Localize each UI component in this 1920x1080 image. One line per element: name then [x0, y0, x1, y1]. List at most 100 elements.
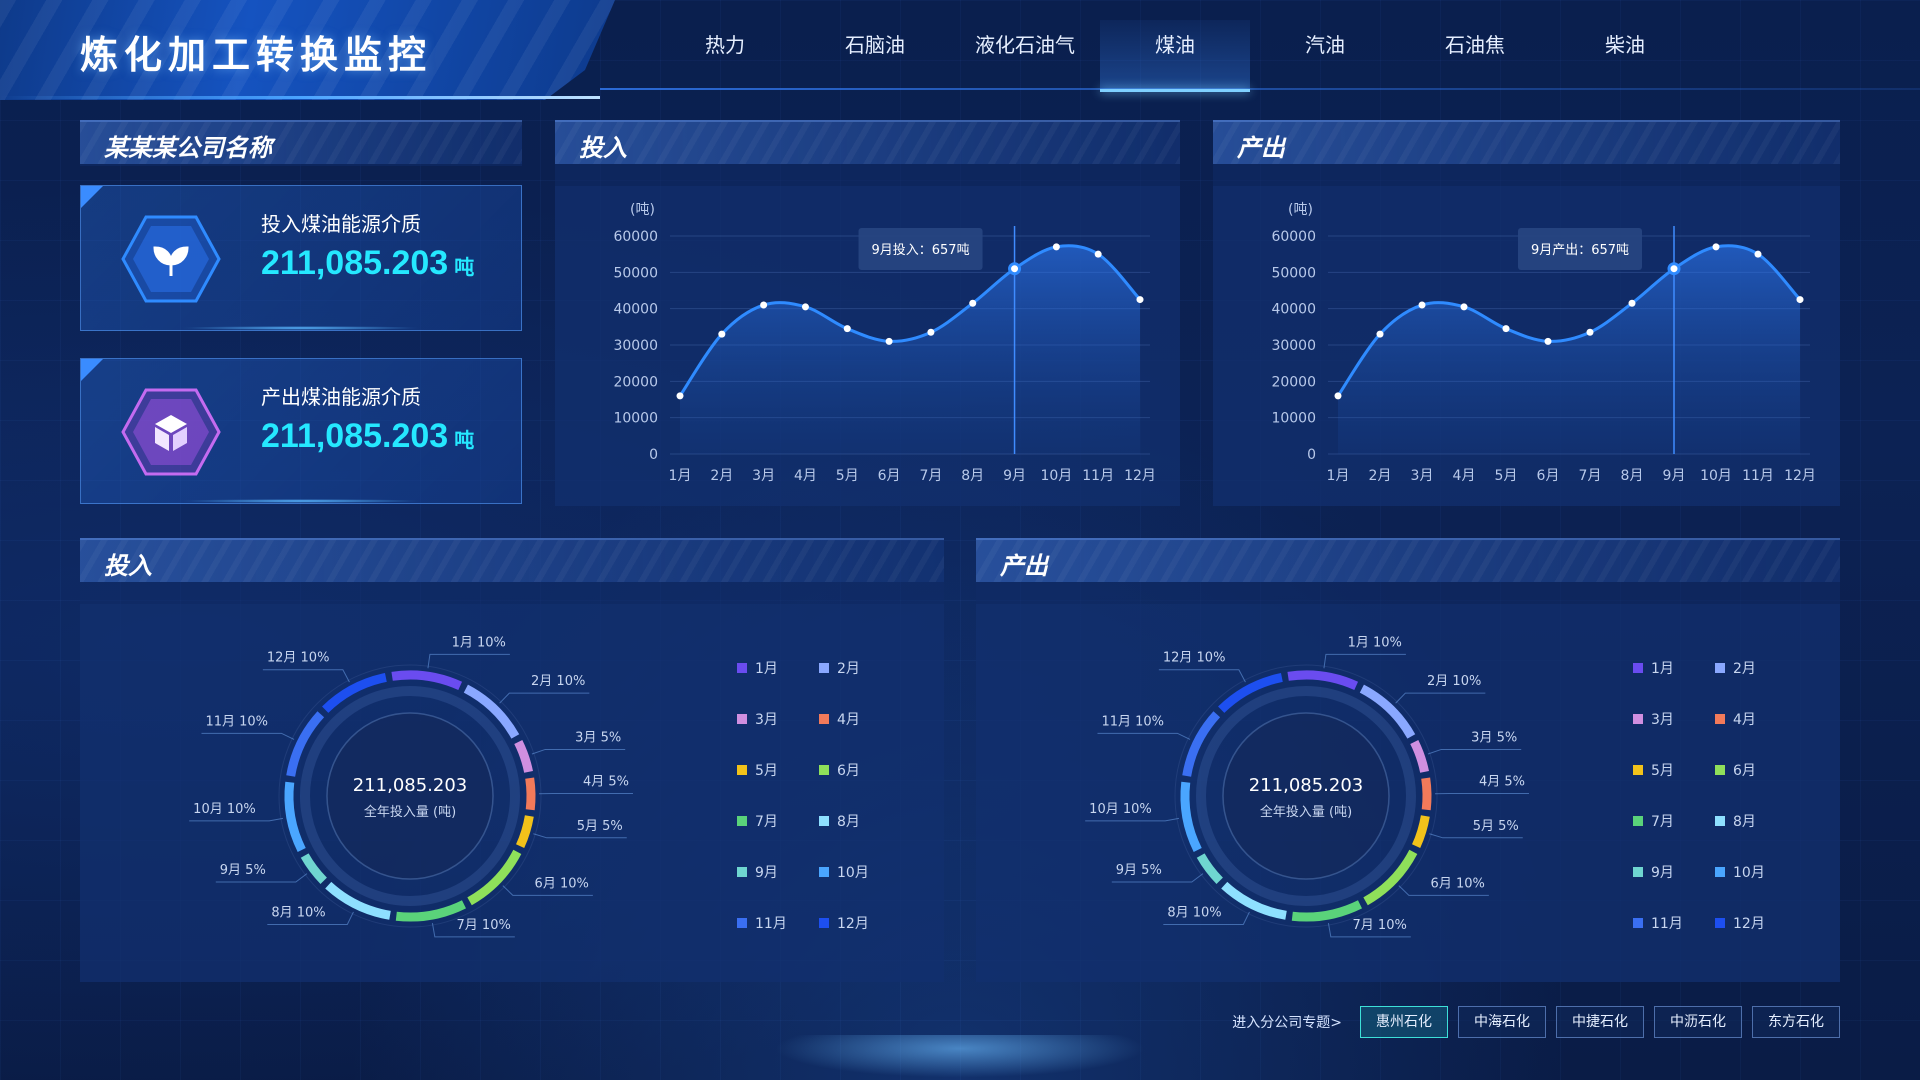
x-tick-label: 2月 [710, 468, 733, 484]
output-pie-panel: 产出 1月 10% 2月 10% 3月 5% 4月 5% 5月 5% 6月 10% 7月 1… [976, 538, 1840, 982]
y-tick-label: 60000 [1271, 229, 1316, 245]
tab-naphtha[interactable]: 石脑油 [800, 20, 950, 92]
data-point [843, 325, 851, 333]
slice-label: 6月 10% [535, 876, 589, 891]
x-tick-label: 12月 [1124, 468, 1156, 484]
card-corner [81, 186, 103, 208]
tab-lpg[interactable]: 液化石油气 [950, 20, 1100, 92]
branch-button-zhongjie[interactable]: 中捷石化 [1556, 1006, 1644, 1038]
output-stat-card: 产出煤油能源介质 211,085.203 吨 [80, 358, 522, 504]
legend-label: 1月 [755, 661, 778, 677]
tab-heat[interactable]: 热力 [650, 20, 800, 92]
legend-swatch [819, 663, 829, 673]
legend-swatch [1715, 816, 1725, 826]
donut-slice [1421, 777, 1432, 811]
legend-swatch [1715, 918, 1725, 928]
legend-label: 4月 [1733, 712, 1756, 728]
input-donut-chart: 1月 10% 2月 10% 3月 5% 4月 5% 5月 5% 6月 10% 7月 10% 8… [189, 635, 869, 938]
tab-diesel[interactable]: 柴油 [1550, 20, 1700, 92]
legend-label: 2月 [1733, 661, 1756, 677]
legend-swatch [737, 816, 747, 826]
slice-label: 5月 5% [577, 819, 623, 834]
data-point [1418, 301, 1426, 309]
branch-button-zhonghai[interactable]: 中海石化 [1458, 1006, 1546, 1038]
title-underline [0, 96, 600, 99]
legend-label: 7月 [1651, 814, 1674, 830]
x-tick-label: 10月 [1040, 468, 1072, 484]
branch-button-dongfang[interactable]: 东方石化 [1752, 1006, 1840, 1038]
y-unit-label: (吨) [1288, 202, 1313, 218]
x-tick-label: 4月 [794, 468, 817, 484]
x-tick-label: 5月 [836, 468, 859, 484]
legend-label: 5月 [1651, 763, 1674, 779]
label-leader [201, 732, 295, 740]
y-tick-label: 60000 [613, 229, 658, 245]
legend-swatch [1633, 714, 1643, 724]
y-tick-label: 30000 [1271, 338, 1316, 354]
donut-slice [1410, 740, 1429, 773]
center-disc [1222, 712, 1390, 880]
legend-swatch [1715, 714, 1725, 724]
label-leader [531, 748, 626, 755]
label-leader [1158, 669, 1246, 683]
legend-label: 2月 [837, 661, 860, 677]
donut-slice [1180, 781, 1202, 852]
slice-label: 4月 5% [583, 775, 629, 790]
slice-label: 1月 10% [452, 635, 506, 650]
data-point [885, 337, 893, 345]
x-tick-label: 8月 [1621, 468, 1644, 484]
data-point [676, 392, 684, 400]
x-tick-label: 1月 [669, 468, 692, 484]
data-point [1544, 337, 1552, 345]
legend-label: 3月 [755, 712, 778, 728]
y-tick-label: 20000 [1271, 374, 1316, 390]
label-leader [1427, 748, 1522, 755]
label-leader [262, 669, 350, 683]
y-tick-label: 40000 [1271, 302, 1316, 318]
y-tick-label: 50000 [613, 265, 658, 281]
legend-swatch [1633, 663, 1643, 673]
legend-swatch [819, 816, 829, 826]
cube-icon [121, 387, 221, 477]
slice-label: 11月 10% [1101, 714, 1164, 729]
slice-label: 2月 10% [1427, 674, 1481, 689]
tab-petroleum-coke[interactable]: 石油焦 [1400, 20, 1550, 92]
data-point [1376, 330, 1384, 338]
output-line-chart: (吨) 0 10000 20000 30000 40000 50000 60000 1月 2月 3月… [1271, 202, 1815, 484]
x-tick-label: 9月 [1003, 468, 1026, 484]
data-point [1502, 325, 1510, 333]
y-tick-label: 0 [649, 447, 658, 463]
tab-kerosene[interactable]: 煤油 [1100, 20, 1250, 92]
slice-label: 7月 10% [1353, 918, 1407, 933]
x-tick-label: 3月 [752, 468, 775, 484]
donut-center-value: 211,085.203 [1249, 775, 1364, 796]
x-tick-label: 7月 [1579, 468, 1602, 484]
header: 炼化加工转换监控 热力 石脑油 液化石油气 煤油 汽油 石油焦 柴油 [0, 0, 1920, 100]
legend-label: 4月 [837, 712, 860, 728]
branch-button-zhongli[interactable]: 中沥石化 [1654, 1006, 1742, 1038]
input-value-number: 211,085.203 [261, 244, 449, 282]
bottom-glow [760, 1035, 1160, 1080]
output-line-title: 产出 [1237, 134, 1285, 162]
slice-label: 10月 10% [193, 802, 256, 817]
x-tick-label: 1月 [1327, 468, 1350, 484]
tooltip-text: 9月产出：657吨 [1531, 243, 1629, 258]
legend-label: 3月 [1651, 712, 1674, 728]
legend-swatch [819, 867, 829, 877]
donut-slice [525, 777, 536, 811]
data-point [1094, 250, 1102, 258]
input-line-chart: (吨) 0 10000 20000 30000 40000 50000 60000 1月 2月 3月… [613, 202, 1156, 484]
legend-label: 11月 [1651, 916, 1683, 932]
legend-swatch [1715, 765, 1725, 775]
output-stat-label: 产出煤油能源介质 [261, 385, 421, 409]
data-point [1008, 262, 1022, 276]
branch-button-huizhou[interactable]: 惠州石化 [1360, 1006, 1448, 1038]
input-line-title: 投入 [579, 134, 627, 162]
legend-swatch [737, 918, 747, 928]
output-pie-header: 产出 [976, 538, 1840, 582]
tab-bar: 热力 石脑油 液化石油气 煤油 汽油 石油焦 柴油 [650, 20, 1700, 92]
tab-gasoline[interactable]: 汽油 [1250, 20, 1400, 92]
y-tick-label: 20000 [613, 374, 658, 390]
x-tick-label: 8月 [961, 468, 984, 484]
legend-label: 1月 [1651, 661, 1674, 677]
